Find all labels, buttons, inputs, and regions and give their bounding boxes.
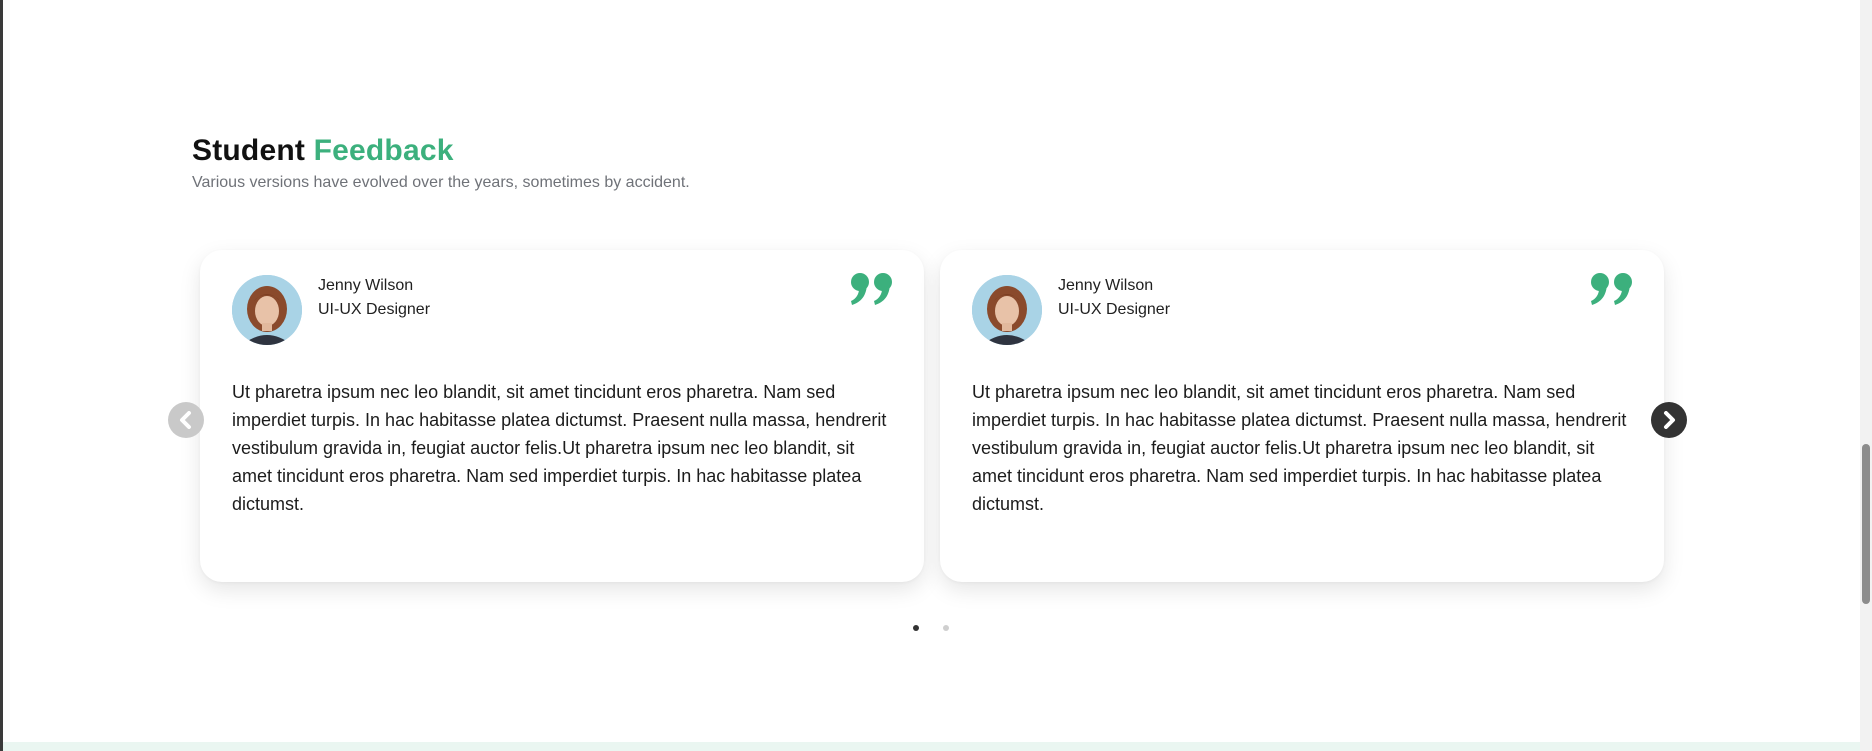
- avatar-photo: [972, 275, 1042, 345]
- avatar-photo: [232, 275, 302, 345]
- section-title-accent: Feedback: [313, 134, 454, 167]
- pagination-dot-1[interactable]: [913, 625, 919, 631]
- testimonial-text: Ut pharetra ipsum nec leo blandit, sit a…: [972, 382, 1627, 514]
- chevron-right-icon: [1664, 411, 1675, 429]
- scrollbar-thumb[interactable]: [1862, 444, 1870, 604]
- next-section-edge: [3, 742, 1872, 751]
- quote-icon: [1590, 272, 1634, 311]
- author-role: UI-UX Designer: [1058, 301, 1171, 318]
- author-name: Jenny Wilson: [1058, 277, 1154, 294]
- page: Student Feedback Various versions have e…: [0, 0, 1872, 751]
- author-name: Jenny Wilson: [318, 277, 414, 294]
- pagination-dot-2[interactable]: [943, 625, 949, 631]
- carousel-pagination: [913, 625, 949, 631]
- section-title-main: Student: [192, 134, 306, 167]
- section-title: Student Feedback: [192, 134, 454, 168]
- author-role: UI-UX Designer: [318, 301, 431, 318]
- carousel-next-button[interactable]: [1651, 402, 1687, 438]
- testimonial-card: Jenny Wilson UI-UX Designer Ut pharetra …: [200, 250, 924, 582]
- carousel-prev-button[interactable]: [168, 402, 204, 438]
- scrollbar[interactable]: [1860, 0, 1872, 751]
- testimonial-text: Ut pharetra ipsum nec leo blandit, sit a…: [232, 382, 887, 514]
- chevron-left-icon: [180, 411, 191, 429]
- avatar: [232, 275, 302, 345]
- window-left-border: [0, 0, 3, 751]
- section-subtitle: Various versions have evolved over the y…: [192, 174, 690, 191]
- testimonial-card: Jenny Wilson UI-UX Designer Ut pharetra …: [940, 250, 1664, 582]
- quote-icon: [850, 272, 894, 311]
- avatar: [972, 275, 1042, 345]
